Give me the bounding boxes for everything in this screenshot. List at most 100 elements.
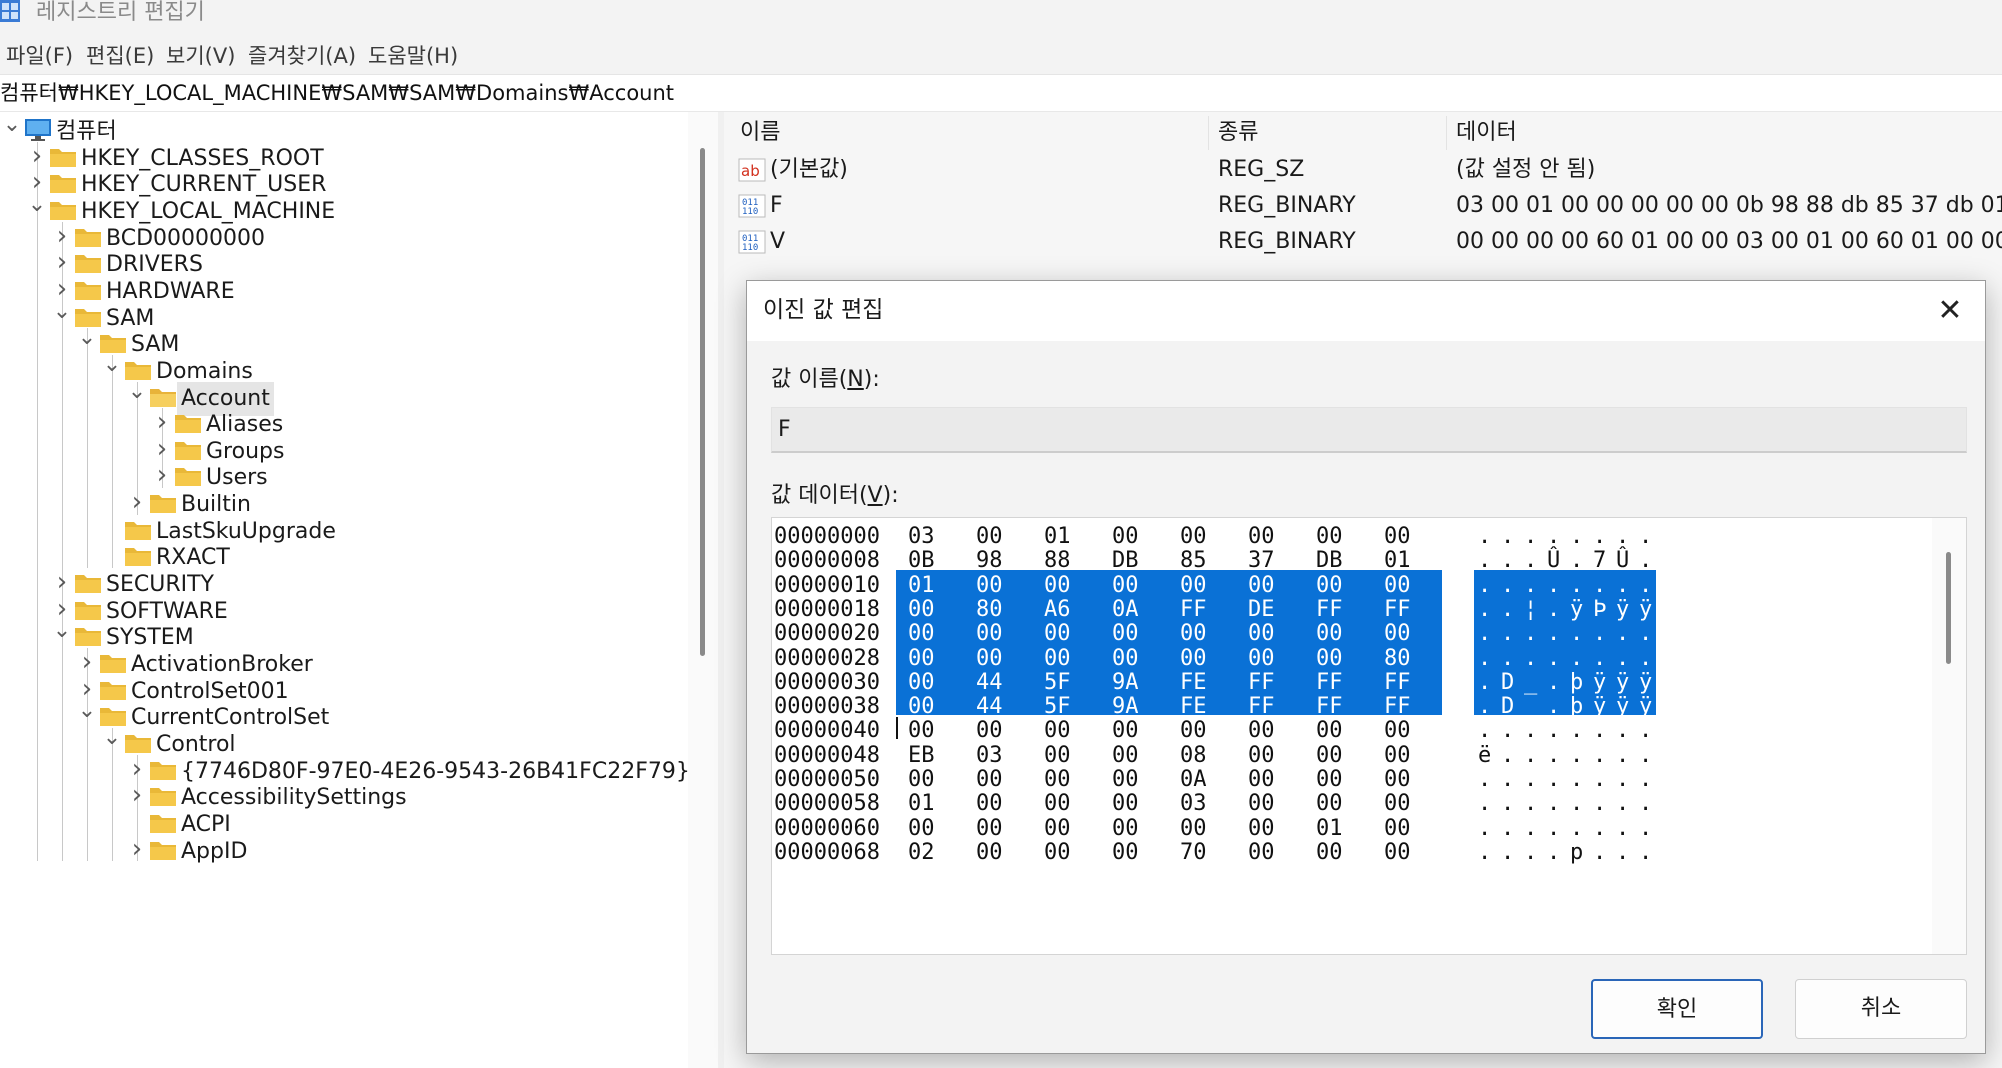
value-row[interactable]: 011 110 F REG_BINARY 03 00 01 00 00 00 00 00… xyxy=(724,188,2002,224)
edit-binary-dialog: 이진 값 편집 ✕ 값 이름(N): F 값 데이터(V): 00000000 0… xyxy=(746,280,1986,1054)
folder-icon xyxy=(49,171,77,195)
chevron-right-icon[interactable]: › xyxy=(77,676,97,702)
chevron-down-icon[interactable]: ⌄ xyxy=(27,193,47,216)
column-header-data[interactable]: 데이터 xyxy=(1456,116,1517,150)
chevron-right-icon[interactable]: › xyxy=(77,649,97,675)
folder-icon xyxy=(149,811,177,835)
column-header-type[interactable]: 종류 xyxy=(1218,116,1258,150)
menu-file[interactable]: 파일(F) xyxy=(6,40,73,72)
value-data: (값 설정 안 됨) xyxy=(1456,157,1596,182)
value-row[interactable]: 011 110 V REG_BINARY 00 00 00 00 60 01 00 00… xyxy=(724,224,2002,260)
hex-byte[interactable]: 70 xyxy=(1180,837,1207,868)
value-name-label: 값 이름(N): xyxy=(771,365,880,395)
folder-icon xyxy=(124,544,152,568)
ascii-char[interactable]: . xyxy=(1616,837,1629,868)
chevron-right-icon[interactable]: › xyxy=(27,143,47,169)
value-type: REG_BINARY xyxy=(1218,229,1356,254)
svg-text:110: 110 xyxy=(742,207,758,217)
folder-icon xyxy=(99,678,127,702)
chevron-right-icon[interactable]: › xyxy=(52,569,72,595)
key-tree[interactable]: ⌄ 컴퓨터 › HKEY_CLASSES_ROOT › HKEY_CURRENT_USER… xyxy=(0,112,690,1068)
chevron-down-icon[interactable]: ⌄ xyxy=(2,114,22,136)
chevron-right-icon[interactable]: › xyxy=(52,276,72,302)
value-data: 00 00 00 00 60 01 00 00 03 00 01 00 60 0… xyxy=(1456,229,2002,254)
tree-node[interactable]: › AppID xyxy=(0,835,690,869)
value-data-label-suffix: ): xyxy=(882,483,899,508)
tree-scrollbar[interactable] xyxy=(688,112,718,1068)
value-type: REG_SZ xyxy=(1218,157,1305,182)
chevron-right-icon[interactable]: › xyxy=(127,836,147,862)
value-name-text: F xyxy=(778,417,791,442)
hex-byte[interactable]: 00 xyxy=(1112,837,1139,868)
chevron-right-icon[interactable]: › xyxy=(52,249,72,275)
chevron-down-icon[interactable]: ⌄ xyxy=(102,726,122,749)
menu-help[interactable]: 도움말(H) xyxy=(368,40,458,72)
cancel-button[interactable]: 취소 xyxy=(1795,979,1967,1039)
column-header-name[interactable]: 이름 xyxy=(740,116,780,150)
address-bar[interactable]: 컴퓨터₩HKEY_LOCAL_MACHINE₩SAM₩SAM₩Domains₩A… xyxy=(0,75,2002,112)
ascii-char[interactable]: . xyxy=(1478,837,1491,868)
tree-node-label: AppID xyxy=(181,838,248,864)
folder-icon xyxy=(174,464,202,488)
folder-icon xyxy=(149,758,177,782)
value-name-label-suffix: ): xyxy=(863,367,880,392)
string-value-icon: ab xyxy=(738,156,766,184)
ascii-char[interactable]: . xyxy=(1593,837,1606,868)
menu-view[interactable]: 보기(V) xyxy=(166,40,235,72)
ok-button[interactable]: 확인 xyxy=(1591,979,1763,1039)
computer-icon xyxy=(24,118,52,142)
column-divider[interactable] xyxy=(1208,116,1209,150)
chevron-right-icon[interactable]: › xyxy=(27,169,47,195)
ascii-char[interactable]: p xyxy=(1570,837,1583,868)
tree-scrollbar-thumb[interactable] xyxy=(700,148,705,656)
hex-row[interactable]: 00000068 02 00 00 00 70 00 00 00.... p... xyxy=(772,837,1932,868)
chevron-down-icon[interactable]: ⌄ xyxy=(77,700,97,722)
folder-icon xyxy=(124,731,152,755)
chevron-down-icon[interactable]: ⌄ xyxy=(127,380,147,403)
chevron-right-icon[interactable]: › xyxy=(152,462,172,488)
chevron-right-icon[interactable]: › xyxy=(52,223,72,249)
chevron-down-icon[interactable]: ⌄ xyxy=(52,300,72,323)
hex-byte[interactable]: 00 xyxy=(1384,837,1411,868)
address-path[interactable]: 컴퓨터₩HKEY_LOCAL_MACHINE₩SAM₩SAM₩Domains₩A… xyxy=(0,79,674,107)
svg-text:ab: ab xyxy=(741,162,760,180)
hex-scrollbar[interactable] xyxy=(1932,518,1966,954)
folder-icon xyxy=(174,411,202,435)
chevron-right-icon[interactable]: › xyxy=(152,409,172,435)
registry-editor-icon xyxy=(0,0,20,22)
ascii-char[interactable]: . xyxy=(1501,837,1514,868)
column-divider[interactable] xyxy=(1446,116,1447,150)
chevron-right-icon[interactable]: › xyxy=(52,596,72,622)
hex-scrollbar-thumb[interactable] xyxy=(1946,552,1951,664)
ascii-char[interactable]: . xyxy=(1547,837,1560,868)
hex-byte[interactable]: 00 xyxy=(1248,837,1275,868)
value-name-field[interactable]: F xyxy=(771,407,1967,453)
folder-icon xyxy=(74,598,102,622)
chevron-right-icon[interactable]: › xyxy=(127,782,147,808)
ascii-char[interactable]: . xyxy=(1524,837,1537,868)
chevron-down-icon[interactable]: ⌄ xyxy=(77,327,97,349)
folder-open-icon xyxy=(149,385,177,409)
menu-edit[interactable]: 편집(E) xyxy=(86,40,154,72)
ascii-char[interactable]: . xyxy=(1639,837,1652,868)
value-row[interactable]: ab (기본값) REG_SZ (값 설정 안 됨) xyxy=(724,152,2002,188)
title-bar: 레지스트리 편집기 xyxy=(0,0,2002,36)
menu-favorites[interactable]: 즐겨찾기(A) xyxy=(248,40,356,72)
folder-icon xyxy=(49,198,77,222)
folder-icon xyxy=(74,571,102,595)
chevron-right-icon[interactable]: › xyxy=(127,756,147,782)
chevron-right-icon[interactable]: › xyxy=(152,436,172,462)
chevron-right-icon[interactable]: › xyxy=(127,489,147,515)
binary-value-icon: 011 110 xyxy=(738,228,766,256)
hex-byte[interactable]: 00 xyxy=(1044,837,1071,868)
hex-byte[interactable]: 02 xyxy=(908,837,935,868)
close-icon[interactable]: ✕ xyxy=(1929,291,1971,331)
hex-byte[interactable]: 00 xyxy=(976,837,1003,868)
hex-byte[interactable]: 00 xyxy=(1316,837,1343,868)
hex-editor[interactable]: 00000000 03 00 01 00 00 00 00 00........ 00000008… xyxy=(771,517,1967,955)
dialog-title-bar: 이진 값 편집 ✕ xyxy=(747,281,1985,341)
chevron-down-icon[interactable]: ⌄ xyxy=(52,620,72,642)
folder-icon xyxy=(149,784,177,808)
chevron-down-icon[interactable]: ⌄ xyxy=(102,353,122,376)
binary-value-icon: 011 110 xyxy=(738,192,766,220)
